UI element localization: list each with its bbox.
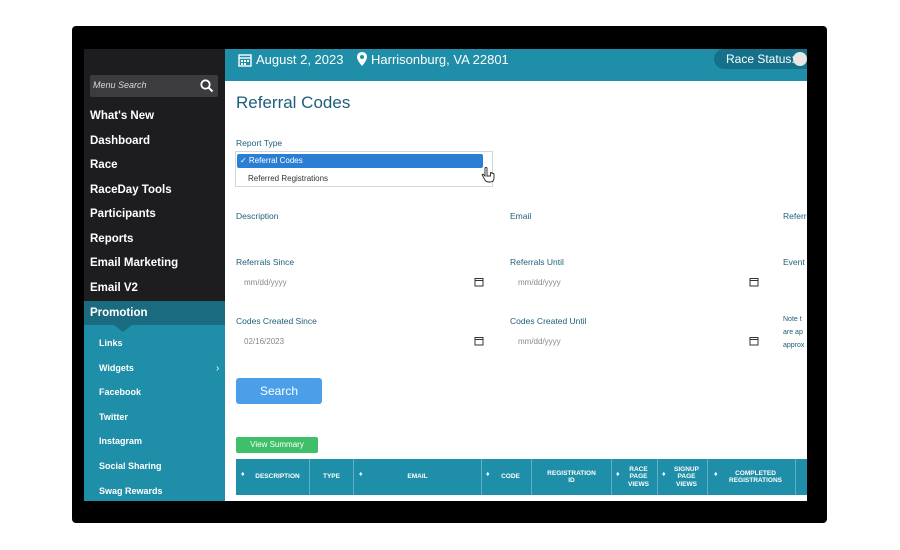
menu-search-input[interactable]: Menu Search <box>90 75 218 97</box>
chevron-right-icon[interactable]: › <box>216 363 219 374</box>
event-location: Harrisonburg, VA 22801 <box>371 52 509 67</box>
sidebar-item-reports[interactable]: Reports <box>90 233 133 245</box>
race-status: Race Status: <box>714 49 807 69</box>
sort-icon[interactable]: ♦ <box>662 471 666 479</box>
sidebar-item-whats-new[interactable]: What's New <box>90 110 154 122</box>
view-summary-button-label: View Summary <box>250 440 304 449</box>
column-header-type[interactable]: TYPE <box>310 459 354 495</box>
main-content: Referral Codes Report Type ✓ Referral Co… <box>225 81 807 501</box>
referrer-label: Referr <box>783 211 807 221</box>
column-header-race-page-views[interactable]: ♦ RACE PAGE VIEWS <box>612 459 658 495</box>
sidebar-item-participants[interactable]: Participants <box>90 208 156 220</box>
referrals-until-label: Referrals Until <box>510 257 564 267</box>
sort-icon[interactable]: ♦ <box>616 471 620 479</box>
submenu-item-instagram[interactable]: Instagram <box>99 436 142 446</box>
column-header-registration-id[interactable]: REGISTRATION ID <box>532 459 612 495</box>
calendar-icon[interactable] <box>474 336 484 346</box>
submenu-item-swag-rewards[interactable]: Swag Rewards <box>99 486 163 496</box>
note-line-2: are ap <box>783 329 803 336</box>
hand-cursor-icon <box>481 167 495 183</box>
sidebar-item-promotion-label: Promotion <box>90 307 148 319</box>
referrals-since-input[interactable]: mm/dd/yyyy <box>236 275 486 293</box>
sort-icon[interactable]: ♦ <box>714 471 718 479</box>
sidebar-item-email-v2[interactable]: Email V2 <box>90 282 138 294</box>
description-label: Description <box>236 211 279 221</box>
sidebar-item-promotion[interactable]: Promotion <box>84 301 225 325</box>
column-header-signup-page-views[interactable]: ♦ SIGNUP PAGE VIEWS <box>658 459 708 495</box>
codes-until-input[interactable]: mm/dd/yyyy <box>510 334 762 352</box>
page-title: Referral Codes <box>236 93 351 112</box>
top-bar: August 2, 2023 Harrisonburg, VA 22801 Ra… <box>225 49 807 81</box>
codes-created-since-label: Codes Created Since <box>236 316 317 326</box>
sidebar-item-raceday-tools[interactable]: RaceDay Tools <box>90 184 172 196</box>
sort-icon[interactable]: ♦ <box>486 471 490 479</box>
column-header-code[interactable]: ♦ CODE <box>482 459 532 495</box>
map-pin-icon <box>357 52 367 66</box>
submenu-item-facebook[interactable]: Facebook <box>99 387 141 397</box>
search-icon[interactable] <box>199 78 215 94</box>
table-header: ♦ DESCRIPTION TYPE ♦ EMAIL ♦ CODE REGIST… <box>236 459 807 495</box>
report-option-referral-codes[interactable]: ✓ Referral Codes <box>237 154 483 168</box>
referrals-since-value: mm/dd/yyyy <box>244 278 287 287</box>
search-button[interactable]: Search <box>236 378 322 404</box>
codes-since-input[interactable]: 02/16/2023 <box>236 334 486 352</box>
column-header-completed-registrations[interactable]: ♦ COMPLETED REGISTRATIONS <box>708 459 796 495</box>
submenu-item-social-sharing[interactable]: Social Sharing <box>99 461 162 471</box>
column-header-description[interactable]: ♦ DESCRIPTION <box>236 459 310 495</box>
app-screen: Menu Search What's New Dashboard Race Ra… <box>84 49 807 501</box>
calendar-icon[interactable] <box>474 277 484 287</box>
sidebar-item-race[interactable]: Race <box>90 159 118 171</box>
submenu-item-twitter[interactable]: Twitter <box>99 412 128 422</box>
report-type-label: Report Type <box>236 138 283 148</box>
calendar-icon <box>238 54 252 67</box>
calendar-icon[interactable] <box>749 336 759 346</box>
referrals-since-label: Referrals Since <box>236 257 295 267</box>
calendar-icon[interactable] <box>749 277 759 287</box>
event-label: Event <box>783 257 805 267</box>
sort-icon[interactable]: ♦ <box>241 471 245 479</box>
referrals-until-value: mm/dd/yyyy <box>518 278 561 287</box>
submenu-item-widgets[interactable]: Widgets <box>99 363 134 373</box>
email-label: Email <box>510 211 532 221</box>
column-header-email[interactable]: ♦ EMAIL <box>354 459 482 495</box>
report-type-select[interactable]: ✓ Referral Codes Referred Registrations <box>235 151 493 187</box>
sort-icon[interactable]: ♦ <box>359 471 363 479</box>
search-button-label: Search <box>259 384 299 398</box>
view-summary-button[interactable]: View Summary <box>236 437 318 453</box>
sidebar-item-email-marketing[interactable]: Email Marketing <box>90 257 178 269</box>
race-status-toggle[interactable] <box>793 52 807 66</box>
codes-until-value: mm/dd/yyyy <box>518 337 561 346</box>
active-indicator <box>114 325 132 332</box>
note-line-3: approx <box>783 342 805 349</box>
sidebar: Menu Search What's New Dashboard Race Ra… <box>84 49 225 501</box>
report-option-referred-registrations[interactable]: Referred Registrations <box>248 174 328 183</box>
event-date: August 2, 2023 <box>256 52 344 67</box>
sidebar-item-dashboard[interactable]: Dashboard <box>90 135 150 147</box>
report-option-selected-label: ✓ Referral Codes <box>240 156 303 165</box>
referrals-until-input[interactable]: mm/dd/yyyy <box>510 275 762 293</box>
submenu-item-links[interactable]: Links <box>99 338 123 348</box>
codes-since-value: 02/16/2023 <box>244 337 285 346</box>
menu-search-placeholder: Menu Search <box>93 80 147 90</box>
note-line-1: Note t <box>783 316 802 323</box>
codes-created-until-label: Codes Created Until <box>510 316 587 326</box>
race-status-label: Race Status: <box>726 52 795 66</box>
